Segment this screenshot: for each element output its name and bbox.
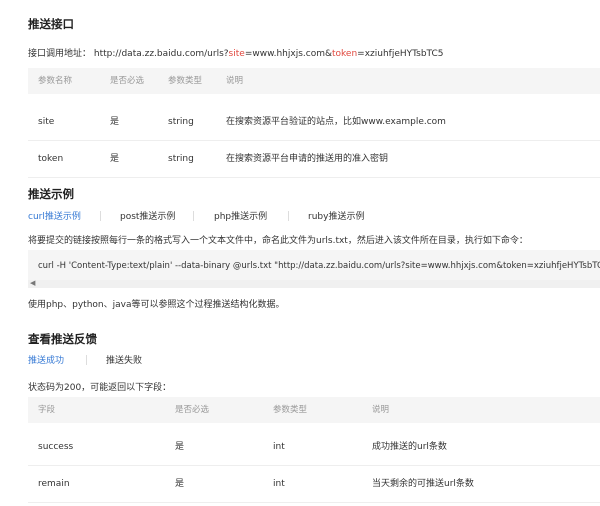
tab-divider	[100, 211, 101, 221]
table-row: success 是 int 成功推送的url条数	[28, 429, 600, 466]
params-header-name: 参数名称	[38, 76, 73, 86]
field-desc: 当天剩余的可推送url条数	[372, 479, 474, 489]
tab-curl-example[interactable]: curl推送示例	[28, 209, 81, 222]
example-tabs: curl推送示例 post推送示例 php推送示例 ruby推送示例	[28, 209, 428, 223]
field-required: 是	[175, 442, 185, 452]
field-required: 是	[175, 479, 185, 489]
response-header-desc: 说明	[372, 405, 390, 415]
field-type: int	[273, 479, 285, 489]
response-table-header: 字段 是否必选 参数类型 说明	[28, 397, 600, 423]
field-type: int	[273, 442, 285, 452]
tab-ruby-example[interactable]: ruby推送示例	[308, 209, 364, 222]
feedback-tabs: 推送成功 推送失败	[28, 353, 228, 367]
param-required: 是	[110, 154, 120, 164]
tab-post-example[interactable]: post推送示例	[120, 209, 175, 222]
response-header-field: 字段	[38, 405, 56, 415]
api-url-param-token: token	[332, 49, 358, 59]
status-code-text: 状态码为200，可能返回以下字段：	[28, 383, 172, 393]
api-url-param-site: site	[228, 49, 245, 59]
api-url-site-value: =www.hhjxjs.com&	[244, 49, 332, 59]
api-url-token-value: =xziuhfjeHYTsbTC5	[357, 49, 444, 59]
command-code-block: curl -H 'Content-Type:text/plain' --data…	[28, 250, 600, 288]
response-header-required: 是否必选	[175, 405, 210, 415]
tab-divider	[193, 211, 194, 221]
example-instruction: 将要提交的链接按照每行一条的格式写入一个文本文件中，命名此文件为urls.txt…	[28, 236, 528, 246]
api-url-label: 接口调用地址：	[28, 49, 92, 59]
feedback-heading: 查看推送反馈	[28, 332, 97, 346]
param-desc: 在搜索资源平台验证的站点，比如www.example.com	[226, 117, 446, 127]
param-required: 是	[110, 117, 120, 127]
param-type: string	[168, 154, 194, 164]
field-name: success	[38, 442, 74, 452]
table-row: remain 是 int 当天剩余的可推送url条数	[28, 466, 600, 503]
params-table-header: 参数名称 是否必选 参数类型 说明	[28, 68, 600, 94]
tab-push-success[interactable]: 推送成功	[28, 353, 64, 366]
param-type: string	[168, 117, 194, 127]
tab-divider	[288, 211, 289, 221]
params-header-required: 是否必选	[110, 76, 145, 86]
params-table: 参数名称 是否必选 参数类型 说明 site 是 string 在搜索资源平台验…	[28, 68, 600, 178]
code-horizontal-scrollbar[interactable]: ◀	[28, 279, 600, 288]
response-fields-table: 字段 是否必选 参数类型 说明 success 是 int 成功推送的url条数…	[28, 397, 600, 503]
table-row: token 是 string 在搜索资源平台申请的推送用的准入密钥	[28, 141, 600, 178]
tab-divider	[86, 355, 87, 365]
param-desc: 在搜索资源平台申请的推送用的准入密钥	[226, 154, 389, 164]
tab-php-example[interactable]: php推送示例	[214, 209, 267, 222]
field-desc: 成功推送的url条数	[372, 442, 447, 452]
response-header-type: 参数类型	[273, 405, 308, 415]
api-url-line: 接口调用地址： http://data.zz.baidu.com/urls?si…	[28, 46, 444, 59]
api-url-prefix: http://data.zz.baidu.com/urls?	[93, 49, 229, 59]
push-api-heading: 推送接口	[28, 17, 74, 31]
param-name: site	[38, 117, 55, 127]
params-header-type: 参数类型	[168, 76, 203, 86]
params-header-desc: 说明	[226, 76, 244, 86]
triangle-left-icon[interactable]: ◀	[30, 279, 35, 287]
field-name: remain	[38, 479, 70, 489]
param-name: token	[38, 154, 64, 164]
examples-heading: 推送示例	[28, 187, 74, 201]
curl-command: curl -H 'Content-Type:text/plain' --data…	[38, 261, 600, 271]
table-row: site 是 string 在搜索资源平台验证的站点，比如www.example…	[28, 104, 600, 141]
structured-data-note: 使用php、python、java等可以参照这个过程推送结构化数据。	[28, 300, 285, 310]
tab-push-failure[interactable]: 推送失败	[106, 353, 142, 366]
